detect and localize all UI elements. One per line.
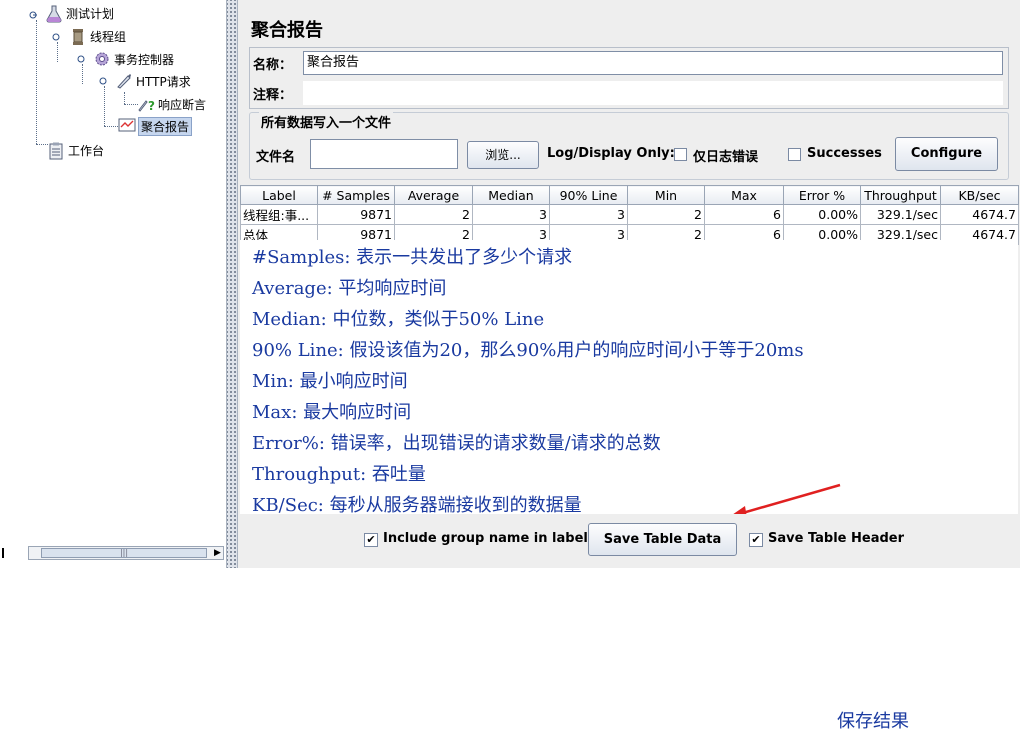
tree-connector xyxy=(57,42,58,62)
note-line: Error%: 错误率，出现错误的请求数量/请求的总数 xyxy=(252,433,661,454)
tree-connector xyxy=(36,20,37,144)
annotation-notes-area: #Samples: 表示一共发出了多少个请求 Average: 平均响应时间 M… xyxy=(240,240,1018,732)
expand-toggle-icon[interactable] xyxy=(52,33,60,41)
column-header[interactable]: Label xyxy=(240,185,318,205)
tree-item-aggregate-report[interactable]: 聚合报告 xyxy=(118,116,193,136)
column-header[interactable]: Average xyxy=(394,185,473,205)
note-line: Min: 最小响应时间 xyxy=(252,371,408,392)
clipboard-icon xyxy=(48,142,64,160)
include-group-checkbox[interactable]: ✔ xyxy=(364,533,378,547)
filename-input[interactable] xyxy=(310,139,458,169)
save-results-annotation: 保存结果 xyxy=(837,711,909,732)
column-header[interactable]: Median xyxy=(472,185,550,205)
tree-item-thread-group[interactable]: 线程组 xyxy=(70,27,126,45)
column-header[interactable]: Min xyxy=(627,185,705,205)
name-field[interactable]: 聚合报告 xyxy=(303,51,1003,75)
errors-only-checkbox[interactable] xyxy=(674,148,687,161)
tree-item-label: 事务控制器 xyxy=(114,52,175,67)
table-row[interactable]: 线程组:事... 9871 2 3 3 2 6 0.00% 329.1/sec … xyxy=(240,204,1019,225)
tree-connector xyxy=(82,64,83,84)
table-cell: 3 xyxy=(472,204,550,225)
column-header[interactable]: Max xyxy=(704,185,784,205)
write-to-file-group: 所有数据写入一个文件 文件名 浏览... Log/Display Only: 仅… xyxy=(249,112,1009,180)
save-table-data-button[interactable]: Save Table Data xyxy=(588,523,737,556)
gear-icon xyxy=(94,51,110,67)
table-header-row: Label # Samples Average Median 90% Line … xyxy=(240,185,1019,205)
table-cell: 4674.7 xyxy=(940,204,1019,225)
tree-item-label: 响应断言 xyxy=(158,97,207,112)
table-cell: 6 xyxy=(704,204,784,225)
save-table-header-label: Save Table Header xyxy=(768,531,905,546)
tree-horizontal-scrollbar[interactable]: ||| ▶ xyxy=(28,546,224,560)
log-display-only-label: Log/Display Only: xyxy=(547,146,675,161)
test-plan-tree: 测试计划 线程组 事务控制器 HTTP请求 ? 响应断言 聚合报告 工作台 ||… xyxy=(0,0,226,568)
note-line: 90% Line: 假设该值为20，那么90%用户的响应时间小于等于20ms xyxy=(252,340,804,361)
tree-item-label: 测试计划 xyxy=(66,6,115,21)
configure-button[interactable]: Configure xyxy=(895,137,998,171)
group-title: 所有数据写入一个文件 xyxy=(259,112,394,131)
note-line: Max: 最大响应时间 xyxy=(252,402,412,423)
expand-toggle-icon[interactable] xyxy=(99,77,107,85)
scroll-left-icon[interactable] xyxy=(29,547,40,559)
expand-toggle-icon[interactable] xyxy=(29,11,37,19)
tree-item-label: HTTP请求 xyxy=(136,74,191,89)
name-comment-panel: 名称： 聚合报告 注释： xyxy=(249,47,1009,109)
tree-item-label: 聚合报告 xyxy=(138,116,193,136)
pipette-icon xyxy=(116,73,132,89)
browse-button[interactable]: 浏览... xyxy=(467,141,539,169)
scroll-right-icon[interactable]: ▶ xyxy=(212,547,223,559)
table-cell: 2 xyxy=(394,204,473,225)
successes-label: Successes xyxy=(807,146,882,161)
filename-label: 文件名 xyxy=(256,150,296,165)
flask-icon xyxy=(46,5,62,23)
name-label: 名称： xyxy=(253,58,293,73)
tree-item-http-request[interactable]: HTTP请求 xyxy=(116,72,191,90)
report-graph-icon xyxy=(118,118,136,134)
column-header[interactable]: # Samples xyxy=(317,185,395,205)
table-cell: 0.00% xyxy=(783,204,861,225)
tree-connector xyxy=(124,104,138,105)
aggregate-report-panel: 聚合报告 名称： 聚合报告 注释： 所有数据写入一个文件 文件名 浏览... L… xyxy=(238,0,1020,732)
table-cell: 3 xyxy=(549,204,628,225)
aggregate-results-table: Label # Samples Average Median 90% Line … xyxy=(240,185,1019,245)
tree-item-label: 工作台 xyxy=(68,143,105,158)
column-header[interactable]: Error % xyxy=(783,185,861,205)
errors-only-label: 仅日志错误 xyxy=(693,150,759,165)
tree-item-test-plan[interactable]: 测试计划 xyxy=(46,4,115,23)
note-line: Throughput: 吞吐量 xyxy=(252,464,426,485)
scrollbar-thumb[interactable]: ||| xyxy=(41,548,207,558)
thread-spool-icon xyxy=(70,28,86,45)
note-line: Average: 平均响应时间 xyxy=(252,278,447,299)
tree-connector xyxy=(104,126,118,127)
column-header[interactable]: Throughput xyxy=(860,185,941,205)
page-title: 聚合报告 xyxy=(251,20,323,41)
table-cell: 线程组:事... xyxy=(240,204,318,225)
successes-checkbox[interactable] xyxy=(788,148,801,161)
tree-connector xyxy=(124,92,125,104)
tree-item-transaction-controller[interactable]: 事务控制器 xyxy=(94,50,174,68)
tree-connector xyxy=(104,86,105,126)
column-header[interactable]: KB/sec xyxy=(940,185,1019,205)
tree-item-label: 线程组 xyxy=(90,29,127,44)
column-header[interactable]: 90% Line xyxy=(549,185,628,205)
expand-toggle-icon[interactable] xyxy=(77,55,85,63)
note-line: Median: 中位数，类似于50% Line xyxy=(252,309,545,330)
assertion-icon: ? xyxy=(138,96,155,113)
note-line: #Samples: 表示一共发出了多少个请求 xyxy=(252,247,573,268)
comment-field[interactable] xyxy=(303,81,1003,105)
table-cell: 329.1/sec xyxy=(860,204,941,225)
tree-item-response-assertion[interactable]: ? 响应断言 xyxy=(138,95,206,113)
table-cell: 2 xyxy=(627,204,705,225)
comment-label: 注释： xyxy=(253,88,293,103)
bottom-toolbar: ✔ Include group name in label? Save Tabl… xyxy=(240,514,1018,568)
tree-item-workbench[interactable]: 工作台 xyxy=(48,141,105,160)
svg-text:?: ? xyxy=(148,99,155,112)
save-table-header-checkbox[interactable]: ✔ xyxy=(749,533,763,547)
tree-connector xyxy=(36,144,48,145)
left-edge-marker xyxy=(0,546,26,560)
panel-splitter[interactable] xyxy=(226,0,238,568)
include-group-label: Include group name in label? xyxy=(383,531,596,546)
table-cell: 9871 xyxy=(317,204,395,225)
